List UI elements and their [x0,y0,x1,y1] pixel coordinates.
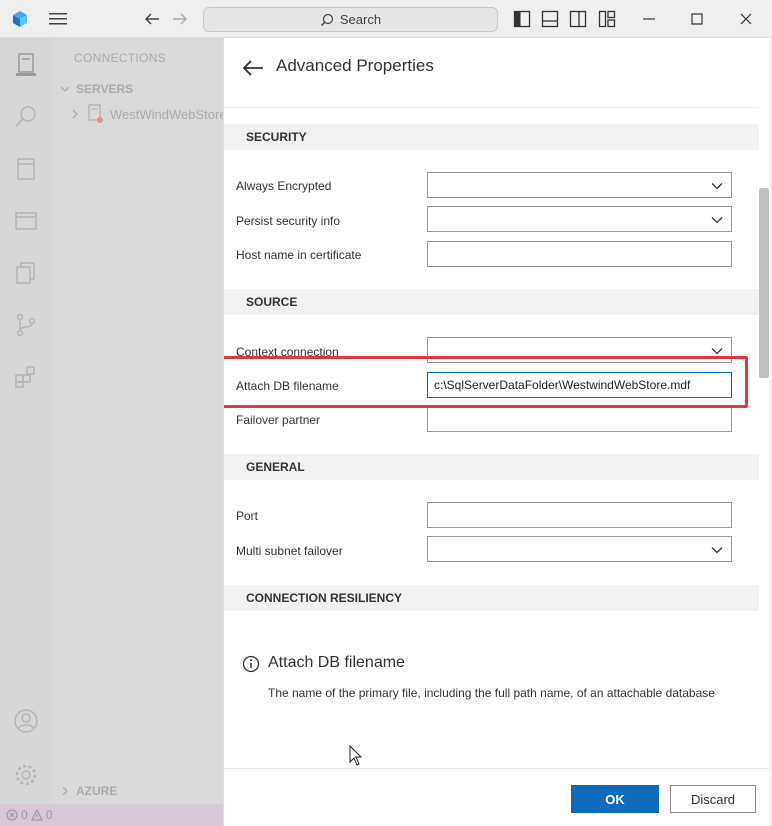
label-host-name-in-certificate: Host name in certificate [236,248,362,262]
label-port: Port [236,509,259,523]
label-always-encrypted: Always Encrypted [236,179,332,193]
close-window-icon[interactable] [737,10,755,28]
back-arrow-icon[interactable] [240,55,266,81]
label-multi-subnet-failover: Multi subnet failover [236,544,343,558]
mouse-cursor-icon [349,745,363,766]
label-failover-partner: Failover partner [236,413,321,427]
input-failover-partner[interactable] [427,406,732,432]
server-tree-item[interactable]: WestWindWebStore [70,104,223,124]
select-always-encrypted[interactable] [427,172,732,198]
connections-server-icon[interactable] [13,52,39,78]
source-control-icon[interactable] [13,312,39,338]
error-icon [6,809,18,821]
dialog-header: Advanced Properties [224,38,771,98]
property-info-panel: Attach DB filename The name of the prima… [224,628,771,778]
notebooks-icon[interactable] [13,156,39,182]
azure-section-label: AZURE [76,784,118,798]
select-multi-subnet-failover[interactable] [427,536,732,562]
hamburger-menu-icon[interactable] [48,11,68,27]
search-label: Search [339,12,382,27]
info-description: The name of the primary file, including … [268,686,715,700]
servers-section-header[interactable]: SERVERS [60,82,133,96]
input-port[interactable] [427,502,732,528]
section-header-connection-resiliency: CONNECTION RESILIENCY [224,585,759,611]
error-count: 0 [21,808,28,822]
app-logo-icon [13,11,27,27]
status-bar: 0 0 [0,804,223,826]
label-persist-security-info: Persist security info [236,214,341,228]
nav-forward-arrow-icon[interactable] [170,9,190,29]
azure-section-header[interactable]: AZURE [60,784,117,798]
section-header-security: SECURITY [224,124,759,150]
chevron-down-icon [60,86,70,92]
chevron-down-icon [711,217,723,224]
settings-gear-icon[interactable] [13,762,39,788]
command-search-box[interactable]: Search [203,7,498,32]
dialog-title: Advanced Properties [276,56,434,75]
toggle-panel-icon[interactable] [541,10,559,28]
server-disconnected-icon [88,104,103,123]
top-divider [224,98,759,108]
discard-button[interactable]: Discard [670,785,756,813]
info-title: Attach DB filename [268,654,405,671]
servers-section-label: SERVERS [76,82,134,96]
select-persist-security-info[interactable] [427,206,732,232]
server-name: WestWindWebStore [110,106,223,122]
tasks-window-icon[interactable] [13,208,39,234]
extensions-icon[interactable] [13,364,39,390]
title-bar: Search [0,0,772,38]
dialog-footer: OK Discard [224,768,771,826]
explorer-files-icon[interactable] [13,260,39,286]
sidebar-heading: CONNECTIONS [74,51,166,65]
nav-back-arrow-icon[interactable] [142,9,162,29]
chevron-down-icon [711,547,723,554]
advanced-properties-dialog: Advanced Properties SECURITY Always Encr… [223,38,771,826]
chevron-right-icon [62,786,68,796]
account-icon[interactable] [13,708,39,734]
chevron-right-icon [72,109,78,119]
problems-indicator[interactable]: 0 0 [6,808,52,822]
activity-bar [0,38,52,804]
vertical-scrollbar-thumb[interactable] [759,188,769,378]
minimize-window-icon[interactable] [640,10,658,28]
chevron-down-icon [711,183,723,190]
properties-scroll-area[interactable]: SECURITY Always Encrypted Persist securi… [224,98,771,623]
section-header-source: SOURCE [224,289,759,315]
toggle-primary-sidebar-icon[interactable] [513,10,531,28]
info-icon [242,655,260,673]
annotation-highlight-box [224,356,748,408]
section-header-general: GENERAL [224,454,759,480]
input-host-name-in-certificate[interactable] [427,241,732,267]
search-icon[interactable] [13,104,39,130]
maximize-window-icon[interactable] [688,10,706,28]
connections-sidebar: CONNECTIONS SERVERS WestWindWebStore AZU… [52,38,223,804]
ok-button[interactable]: OK [571,785,659,813]
warning-count: 0 [45,808,53,822]
warning-icon [30,809,43,821]
search-icon [320,13,333,26]
customize-layout-icon[interactable] [598,10,616,28]
toggle-secondary-sidebar-icon[interactable] [569,10,587,28]
